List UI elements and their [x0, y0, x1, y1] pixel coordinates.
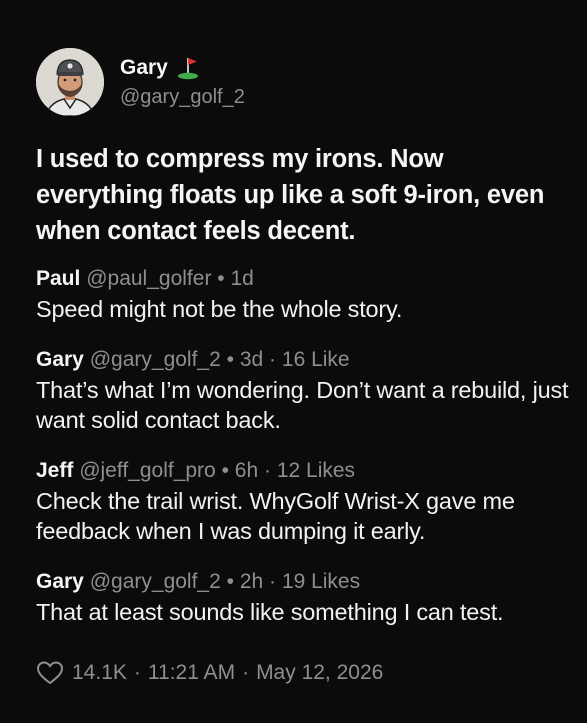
reply-author[interactable]: Jeff [36, 459, 73, 482]
post-header: Gary @gary_golf_2 [36, 44, 245, 120]
reply-like-count: 19 Likes [281, 570, 361, 593]
separator-dot: • [226, 570, 234, 593]
reply-meta: Gary @gary_golf_2 • 2h · 19 Likes [36, 567, 581, 597]
name-row: Gary [120, 56, 245, 80]
like-count[interactable]: 14.1K [72, 661, 127, 685]
reply-time: 3d [239, 348, 264, 371]
reply-time: 1d [230, 267, 254, 290]
separator-dot: • [226, 348, 234, 371]
reply-item: Gary @gary_golf_2 • 3d · 16 Like That’s … [36, 345, 581, 435]
heart-icon[interactable] [36, 660, 64, 686]
author-identity: Gary @gary_golf_2 [120, 56, 245, 109]
reply-text: Speed might not be the whole story. [36, 296, 403, 322]
reply-item: Paul @paul_golfer • 1d Speed might not b… [36, 264, 581, 324]
reply-time: 2h [239, 570, 264, 593]
golf-flag-icon [176, 56, 202, 80]
reply-text: That’s what I’m wondering. Don’t want a … [36, 377, 569, 433]
reply-time: 6h [234, 459, 259, 482]
reply-text: That at least sounds like something I ca… [36, 599, 504, 625]
author-name[interactable]: Gary [120, 56, 168, 80]
avatar[interactable] [36, 48, 104, 116]
separator-dot: · [269, 570, 277, 593]
replies-list: Paul @paul_golfer • 1d Speed might not b… [36, 264, 581, 648]
reply-meta: Jeff @jeff_golf_pro • 6h · 12 Likes [36, 456, 581, 486]
reply-item: Gary @gary_golf_2 • 2h · 19 Likes That a… [36, 567, 581, 627]
reply-meta: Gary @gary_golf_2 • 3d · 16 Like [36, 345, 581, 375]
separator-dot: · [242, 661, 250, 684]
reply-handle[interactable]: @gary_golf_2 [90, 570, 221, 593]
reply-text: Check the trail wrist. WhyGolf Wrist-X g… [36, 488, 515, 544]
reply-author[interactable]: Gary [36, 570, 84, 593]
post-text: I used to compress my irons. Now everyth… [36, 145, 545, 245]
post-card: Gary @gary_golf_2 I used to compress my … [0, 0, 587, 723]
reply-like-count: 16 Like [281, 348, 350, 371]
separator-dot: • [221, 459, 229, 482]
reply-handle[interactable]: @jeff_golf_pro [79, 459, 216, 482]
reply-like-count: 12 Likes [276, 459, 356, 482]
post-time: 11:21 AM [147, 661, 236, 684]
author-handle[interactable]: @gary_golf_2 [120, 86, 245, 109]
avatar-illustration [36, 48, 104, 116]
post-date: May 12, 2026 [256, 661, 384, 684]
reply-handle[interactable]: @paul_golfer [86, 267, 211, 290]
reply-item: Jeff @jeff_golf_pro • 6h · 12 Likes Chec… [36, 456, 581, 546]
separator-dot: · [263, 459, 271, 482]
reply-author[interactable]: Gary [36, 348, 84, 371]
separator-dot: • [217, 267, 225, 290]
reply-author[interactable]: Paul [36, 267, 80, 290]
reply-meta: Paul @paul_golfer • 1d [36, 264, 581, 294]
separator-dot: · [133, 661, 141, 684]
reply-handle[interactable]: @gary_golf_2 [90, 348, 221, 371]
separator-dot: · [269, 348, 277, 371]
post-footer: 14.1K · 11:21 AM · May 12, 2026 [36, 656, 383, 690]
